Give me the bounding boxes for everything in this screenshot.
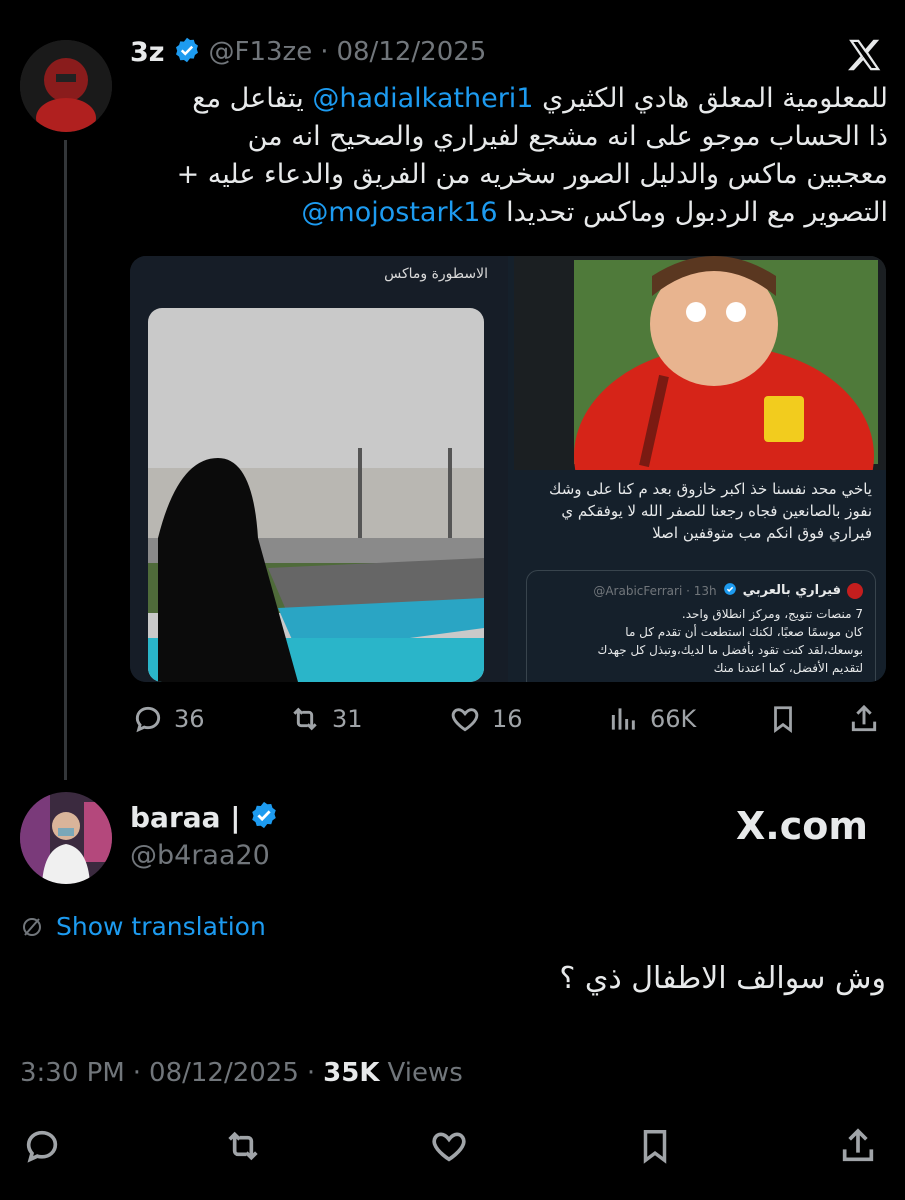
text-segment: التصوير مع الردبول وماكس تحديدا <box>497 197 888 228</box>
bookmark-icon <box>774 706 792 733</box>
screenshot-text: ياخي محد نفسنا خذ اكبر خازوق بعد م كنا ع… <box>549 480 872 542</box>
share-button[interactable] <box>838 1126 878 1166</box>
main-handle[interactable]: @b4raa20 <box>130 840 270 871</box>
main-display-name[interactable]: baraa | <box>130 801 241 834</box>
bookmark-icon <box>643 1130 667 1164</box>
views-total: 35K <box>323 1058 380 1088</box>
retweet-count: 31 <box>332 705 363 733</box>
reply-icon <box>26 1130 58 1163</box>
show-translation-label[interactable]: Show translation <box>56 912 266 941</box>
verified-icon <box>173 36 201 68</box>
share-icon <box>842 1128 874 1162</box>
mention-link[interactable]: @mojostark16 <box>301 197 497 228</box>
embedded-tweet-card: @ArabicFerrari · 13h فيراري بالعربي 7 من… <box>526 570 876 682</box>
watermark: X.com <box>736 804 868 848</box>
embedded-text: 7 منصات تتويج، ومركز انطلاق واحد. كان مو… <box>533 605 863 677</box>
avatar <box>847 582 863 599</box>
retweet-button[interactable] <box>222 1126 264 1166</box>
embedded-line: لتقديم الأفضل، كما اعتدنا منك <box>713 661 863 675</box>
separator-dot: · <box>320 37 329 67</box>
views-icon <box>611 708 635 730</box>
separator-dot: · <box>306 1058 316 1088</box>
bookmark-button[interactable] <box>768 703 798 735</box>
verified-icon <box>249 800 279 834</box>
main-tweet-text: وش سوالف الاطفال ذي ؟ <box>559 961 886 996</box>
text-segment: للمعلومية المعلق هادي الكثيري <box>533 83 888 114</box>
tweet-meta: 3:30 PM · 08/12/2025 · 35K Views <box>20 1058 463 1088</box>
like-icon <box>451 708 479 732</box>
quoted-text-line: للمعلومية المعلق هادي الكثيري @hadialkat… <box>130 80 888 118</box>
like-icon <box>432 1132 466 1162</box>
main-avatar[interactable] <box>20 792 112 884</box>
like-button[interactable]: 16 <box>448 703 523 735</box>
embedded-line: 7 منصات تتويج، ومركز انطلاق واحد. <box>681 607 863 621</box>
like-count: 16 <box>492 705 523 733</box>
quoted-handle[interactable]: @F13ze <box>209 37 313 67</box>
mention-link[interactable]: @hadialkatheri1 <box>312 83 533 114</box>
quoted-date[interactable]: 08/12/2025 <box>336 37 486 67</box>
bookmark-button[interactable] <box>636 1126 674 1166</box>
reply-button[interactable]: 36 <box>132 703 205 735</box>
retweet-icon <box>228 1131 258 1161</box>
quoted-text-line: ذا الحساب موجو على انه مشجع لفيراري والص… <box>247 121 888 152</box>
translate-icon <box>23 917 41 936</box>
separator-dot: · <box>132 1058 142 1088</box>
views-label: Views <box>387 1058 463 1088</box>
share-icon <box>851 704 877 732</box>
embedded-name: فيراري بالعربي <box>742 583 841 598</box>
media-tweet-panel[interactable]: ياخي محد نفسنا خذ اكبر خازوق بعد م كنا ع… <box>514 474 886 682</box>
tweet-date[interactable]: 08/12/2025 <box>149 1058 299 1088</box>
show-translation-link[interactable]: Show translation <box>20 912 266 941</box>
quoted-display-name[interactable]: 3z <box>130 37 165 68</box>
retweet-button[interactable]: 31 <box>288 703 363 735</box>
media-grid[interactable]: الاسطورة وماكس ياخي محد نفسنا خذ اكبر خا… <box>130 256 886 682</box>
text-segment: يتفاعل مع <box>192 83 313 114</box>
embedded-line: بوسعك،لقد كنت تقود بأفضل ما لديك،وتبذل ك… <box>597 643 863 657</box>
reply-icon <box>135 706 161 733</box>
media-left-panel[interactable]: الاسطورة وماكس <box>130 256 508 682</box>
share-button[interactable] <box>848 703 880 735</box>
media-cartoon-panel[interactable] <box>514 256 886 566</box>
x-logo-icon[interactable] <box>846 38 882 76</box>
stadium-photo <box>148 308 484 682</box>
embedded-line: كان موسمًا صعبًا، لكنك استطعت أن تقدم كل… <box>625 625 863 639</box>
reply-count: 36 <box>174 705 205 733</box>
quoted-text-line: معجبين ماكس والدليل الصور سخريه من الفري… <box>176 159 888 190</box>
views-button[interactable]: 66K <box>608 703 696 735</box>
thread-line <box>64 140 67 780</box>
verified-icon <box>723 581 737 600</box>
retweet-icon <box>293 707 317 731</box>
quoted-text-line: التصوير مع الردبول وماكس تحديدا @mojosta… <box>130 194 888 232</box>
like-button[interactable] <box>428 1126 470 1166</box>
quoted-tweet-text: للمعلومية المعلق هادي الكثيري @hadialkat… <box>130 80 888 232</box>
views-count: 66K <box>650 705 697 733</box>
quoted-avatar[interactable] <box>20 40 112 132</box>
reply-button[interactable] <box>22 1126 62 1166</box>
tweet-time[interactable]: 3:30 PM <box>20 1058 125 1088</box>
left-panel-caption: الاسطورة وماكس <box>384 266 488 282</box>
embedded-handle: @ArabicFerrari · 13h <box>593 583 717 598</box>
